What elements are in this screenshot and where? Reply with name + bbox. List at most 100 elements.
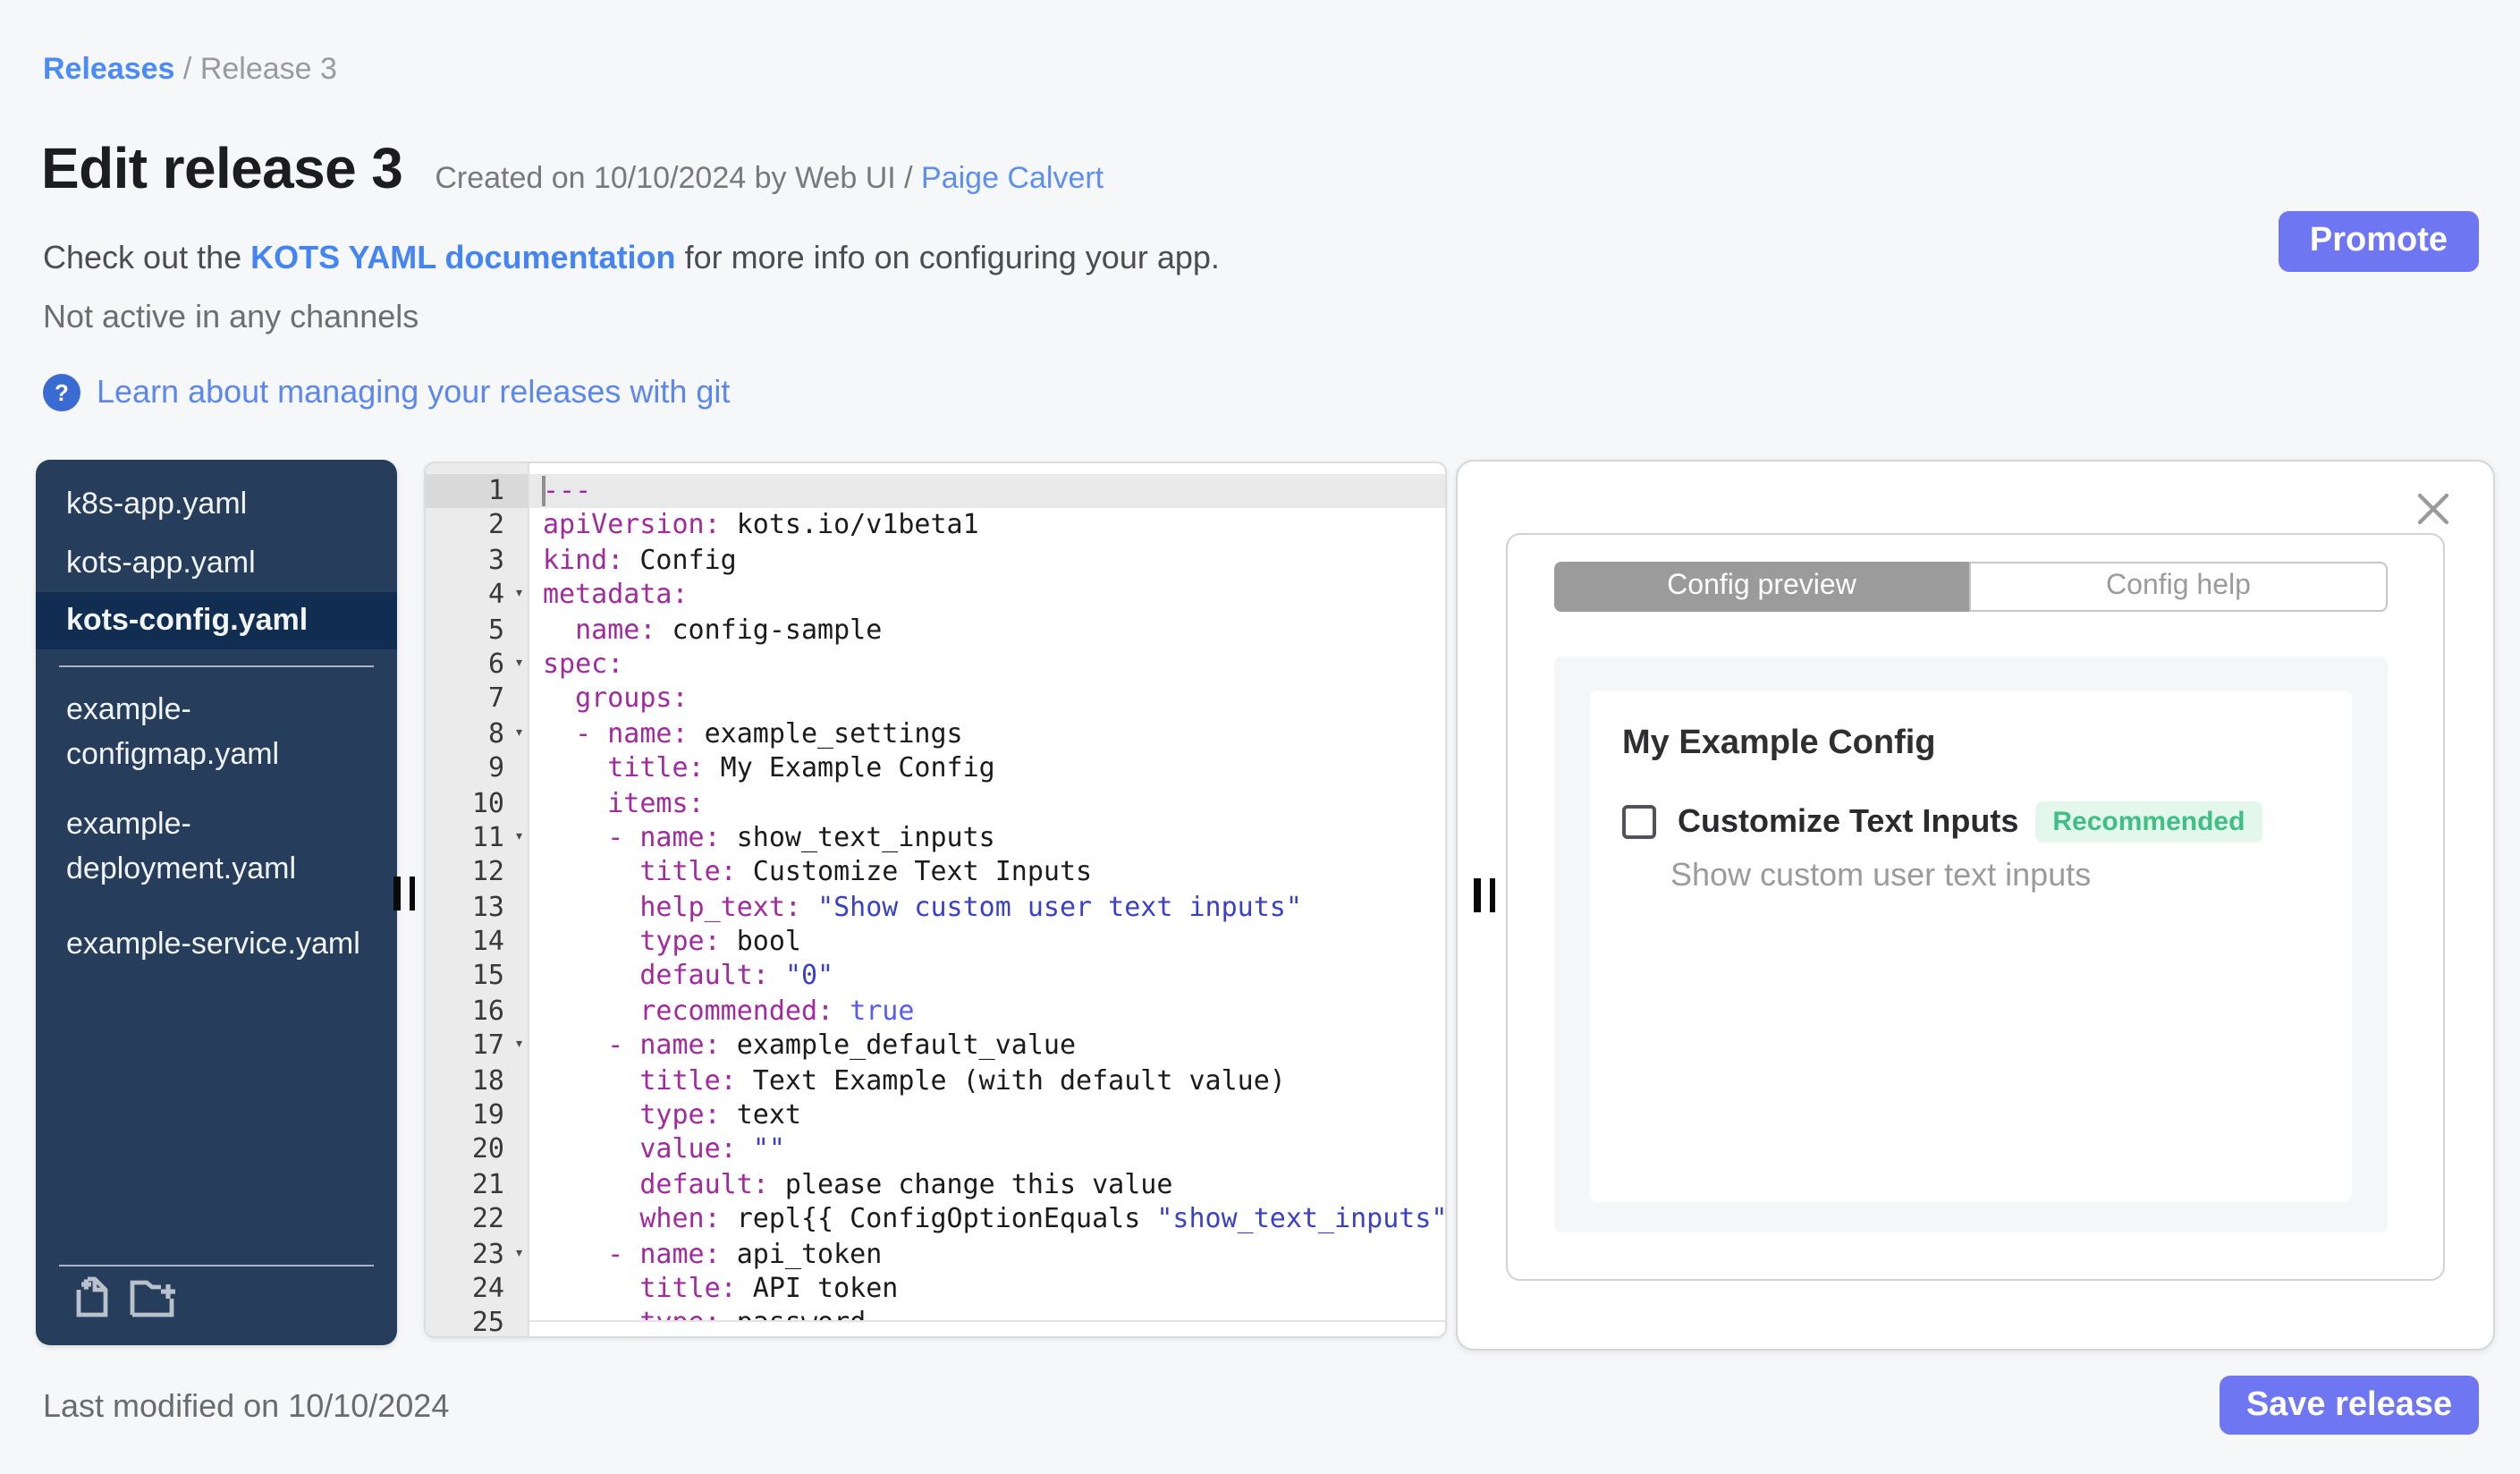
code-line[interactable]: kind: Config bbox=[529, 544, 1445, 579]
promote-button[interactable]: Promote bbox=[2279, 211, 2479, 272]
code-token: groups: bbox=[575, 682, 689, 715]
add-folder-icon[interactable] bbox=[129, 1275, 179, 1318]
customize-text-inputs-checkbox[interactable] bbox=[1622, 805, 1656, 839]
handle-bar bbox=[1489, 878, 1495, 912]
close-icon[interactable] bbox=[2414, 490, 2452, 537]
gutter-line-number: 7 bbox=[487, 682, 504, 715]
yaml-editor[interactable]: 1 2 3 4 ▾ 5 6 ▾ 7 8 ▾ 9 10 11 ▾ 12 13 14 15 16 17 ▾ 18 19 20 21 22… bbox=[424, 462, 1447, 1338]
gutter-line-number: 18 bbox=[471, 1063, 504, 1097]
file-sidebar: k8s-app.yaml kots-app.yaml kots-config.y… bbox=[36, 460, 397, 1345]
config-group-title: My Example Config bbox=[1622, 724, 1936, 762]
code-line[interactable]: value: "" bbox=[529, 1133, 1445, 1168]
file-item-example-service[interactable]: example-service.yaml bbox=[36, 921, 397, 966]
gutter-line-number: 19 bbox=[471, 1098, 504, 1131]
code-line[interactable]: help_text: "Show custom user text inputs… bbox=[529, 890, 1445, 925]
fold-arrow-icon[interactable]: ▾ bbox=[514, 578, 524, 613]
code-token: "show_text_inputs" bbox=[1156, 1202, 1445, 1235]
gutter-line-number: 20 bbox=[471, 1132, 504, 1165]
file-item-kots-app[interactable]: kots-app.yaml bbox=[36, 540, 397, 585]
code-line[interactable]: type: text bbox=[529, 1098, 1445, 1133]
created-line: Created on 10/10/2024 by Web UI / Paige … bbox=[435, 161, 1104, 197]
code-line[interactable]: when: repl{{ ConfigOptionEquals "show_te… bbox=[529, 1202, 1445, 1237]
gutter-line-number: 14 bbox=[471, 925, 504, 958]
fold-arrow-icon[interactable]: ▾ bbox=[514, 648, 524, 682]
fold-arrow-icon[interactable]: ▾ bbox=[514, 1237, 524, 1272]
sidebar-actions bbox=[73, 1275, 179, 1318]
tab-config-preview[interactable]: Config preview bbox=[1554, 562, 1969, 612]
code-line[interactable]: - name: api_token bbox=[529, 1237, 1445, 1272]
code-token: api_token bbox=[720, 1237, 883, 1270]
created-text: Created on 10/10/2024 by Web UI / bbox=[435, 161, 922, 195]
code-line[interactable]: title: My Example Config bbox=[529, 751, 1445, 786]
code-token: true bbox=[850, 994, 915, 1027]
file-item-kots-config-selected[interactable]: kots-config.yaml bbox=[36, 592, 397, 649]
created-author-link[interactable]: Paige Calvert bbox=[921, 161, 1104, 195]
save-release-button[interactable]: Save release bbox=[2220, 1376, 2479, 1435]
tab-config-help[interactable]: Config help bbox=[1969, 562, 2388, 612]
code-line[interactable]: recommended: true bbox=[529, 995, 1445, 1029]
code-line[interactable]: apiVersion: kots.io/v1beta1 bbox=[529, 509, 1445, 544]
code-line[interactable]: title: Text Example (with default value) bbox=[529, 1063, 1445, 1098]
code-line[interactable]: name: config-sample bbox=[529, 613, 1445, 648]
breadcrumb-releases-link[interactable]: Releases bbox=[43, 52, 174, 86]
gutter-line-number: 21 bbox=[471, 1167, 504, 1200]
code-token: config-sample bbox=[655, 613, 883, 646]
code-token: apiVersion: bbox=[543, 508, 721, 541]
fold-arrow-icon[interactable]: ▾ bbox=[514, 821, 524, 856]
file-item-example-configmap[interactable]: example-configmap.yaml bbox=[36, 687, 356, 776]
git-help-row: ? Learn about managing your releases wit… bbox=[43, 374, 730, 411]
recommended-badge: Recommended bbox=[2034, 801, 2263, 843]
code-token: Text Example (with default value) bbox=[736, 1063, 1286, 1097]
doc-prefix: Check out the bbox=[43, 240, 251, 275]
code-token: title: bbox=[639, 855, 737, 888]
gutter-line-number: 6 ▾ bbox=[426, 648, 528, 682]
code-line[interactable]: - name: example_default_value bbox=[529, 1029, 1445, 1064]
code-line[interactable]: title: API token bbox=[529, 1272, 1445, 1307]
code-line[interactable]: metadata: bbox=[529, 578, 1445, 613]
kots-yaml-doc-link[interactable]: KOTS YAML documentation bbox=[250, 240, 675, 275]
question-mark-icon[interactable]: ? bbox=[43, 374, 80, 411]
gutter-line-number: 10 bbox=[471, 786, 504, 819]
code-line[interactable]: type: bool bbox=[529, 925, 1445, 960]
sidebar-divider bbox=[59, 665, 374, 667]
fold-arrow-icon[interactable]: ▾ bbox=[514, 716, 524, 751]
code-line[interactable]: --- bbox=[529, 474, 1445, 509]
fold-arrow-icon[interactable]: ▾ bbox=[514, 1029, 524, 1064]
gutter-line-number: 1 bbox=[426, 474, 528, 509]
sidebar-resize-handle[interactable] bbox=[393, 877, 415, 911]
git-releases-link[interactable]: Learn about managing your releases with … bbox=[97, 374, 730, 411]
code-line[interactable]: default: please change this value bbox=[529, 1168, 1445, 1203]
gutter-line-number: 5 bbox=[487, 613, 504, 646]
gutter-line-number: 4 ▾ bbox=[426, 578, 528, 613]
title-row: Edit release 3 Created on 10/10/2024 by … bbox=[41, 136, 1104, 202]
gutter-line-number: 17 ▾ bbox=[426, 1029, 528, 1064]
editor-code[interactable]: --- apiVersion: kots.io/v1beta1 kind: Conf… bbox=[529, 463, 1445, 1322]
code-token: example_default_value bbox=[720, 1029, 1077, 1062]
code-token: title: bbox=[639, 1271, 737, 1304]
code-line[interactable]: spec: bbox=[529, 648, 1445, 682]
horizontal-scrollbar[interactable] bbox=[529, 1320, 1445, 1336]
code-line[interactable]: - name: example_settings bbox=[529, 716, 1445, 751]
code-line[interactable]: default: "0" bbox=[529, 960, 1445, 995]
code-line[interactable]: - name: show_text_inputs bbox=[529, 821, 1445, 856]
code-token: kind: bbox=[543, 543, 624, 576]
gutter-line-number: 8 ▾ bbox=[426, 716, 528, 751]
page: Releases / Release 3 Edit release 3 Crea… bbox=[0, 0, 2520, 1474]
code-line[interactable]: items: bbox=[529, 786, 1445, 821]
file-item-example-deployment[interactable]: example-deployment.yaml bbox=[36, 801, 356, 891]
code-line[interactable]: groups: bbox=[529, 682, 1445, 717]
file-item-k8s-app[interactable]: k8s-app.yaml bbox=[36, 481, 397, 526]
editor-resize-handle[interactable] bbox=[1474, 878, 1495, 912]
code-line[interactable]: title: Customize Text Inputs bbox=[529, 856, 1445, 891]
add-file-icon[interactable] bbox=[73, 1275, 111, 1318]
handle-bar bbox=[409, 877, 415, 911]
code-token: show_text_inputs bbox=[720, 820, 995, 853]
